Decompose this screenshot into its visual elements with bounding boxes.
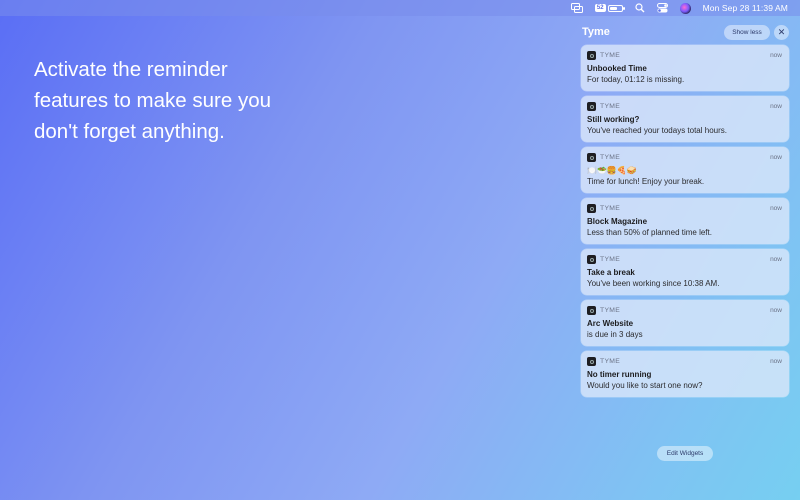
tyme-app-icon	[587, 102, 596, 111]
notification-time: now	[770, 103, 782, 110]
tyme-app-icon	[587, 255, 596, 264]
notification-card[interactable]: TYME now 🍽️🥗🍔🍕🥪 Time for lunch! Enjoy yo…	[581, 147, 789, 193]
notification-list: TYME now Unbooked Time For today, 01:12 …	[581, 45, 789, 402]
notification-body: is due in 3 days	[587, 330, 643, 339]
tyme-app-icon	[587, 153, 596, 162]
notification-time: now	[770, 307, 782, 314]
notification-time: now	[770, 358, 782, 365]
notification-app-name: TYME	[600, 256, 621, 263]
control-center-icon[interactable]	[656, 2, 668, 14]
notification-body: Less than 50% of planned time left.	[587, 228, 712, 237]
notification-app-name: TYME	[600, 154, 621, 161]
notification-app-name: TYME	[600, 358, 621, 365]
notification-card[interactable]: TYME now No timer running Would you like…	[581, 351, 789, 397]
tyme-app-icon	[587, 204, 596, 213]
tyme-app-icon	[587, 306, 596, 315]
notification-card[interactable]: TYME now Take a break You've been workin…	[581, 249, 789, 295]
notification-card[interactable]: TYME now Still working? You've reached y…	[581, 96, 789, 142]
battery-icon[interactable]: 52	[594, 2, 625, 14]
notification-time: now	[770, 52, 782, 59]
notification-body: Would you like to start one now?	[587, 381, 703, 390]
show-less-button[interactable]: Show less	[724, 25, 770, 40]
notification-app-name: TYME	[600, 307, 621, 314]
promo-headline: Activate the reminder features to make s…	[34, 54, 354, 147]
notification-app-name: TYME	[600, 52, 621, 59]
notification-time: now	[770, 205, 782, 212]
notification-time: now	[770, 256, 782, 263]
notification-title: No timer running	[587, 370, 652, 379]
notification-card[interactable]: TYME now Block Magazine Less than 50% of…	[581, 198, 789, 244]
headline-line: features to make sure you	[34, 89, 272, 112]
notification-title: Arc Website	[587, 319, 634, 328]
tyme-app-icon	[587, 51, 596, 60]
notification-title: Block Magazine	[587, 217, 648, 226]
notification-card[interactable]: TYME now Unbooked Time For today, 01:12 …	[581, 45, 789, 91]
headline-line: don't forget anything.	[34, 120, 225, 143]
siri-icon[interactable]	[679, 2, 691, 14]
edit-widgets-button[interactable]: Edit Widgets	[657, 446, 713, 461]
close-icon[interactable]: ✕	[774, 25, 789, 40]
notification-app-name: TYME	[600, 103, 621, 110]
notification-body: Time for lunch! Enjoy your break.	[587, 177, 705, 186]
notification-body: For today, 01:12 is missing.	[587, 75, 685, 84]
notification-body: You've reached your todays total hours.	[587, 126, 727, 135]
tyme-app-icon	[587, 357, 596, 366]
notification-app-name: TYME	[600, 205, 621, 212]
notification-title: Take a break	[587, 268, 635, 277]
notification-title: Unbooked Time	[587, 64, 647, 73]
notification-title: Still working?	[587, 115, 640, 124]
headline-line: Activate the reminder	[34, 58, 228, 81]
battery-percent: 52	[594, 4, 606, 12]
notification-group-title: Tyme	[582, 26, 610, 38]
screen-mirroring-icon[interactable]	[570, 2, 583, 14]
menu-bar: 52 Mon Sep 28 11:39 AM	[0, 0, 800, 16]
notification-card[interactable]: TYME now Arc Website is due in 3 days	[581, 300, 789, 346]
notification-title: 🍽️🥗🍔🍕🥪	[587, 166, 637, 175]
notification-body: You've been working since 10:38 AM.	[587, 279, 720, 288]
notification-group-header: Tyme Show less ✕	[581, 25, 791, 41]
notification-time: now	[770, 154, 782, 161]
search-icon[interactable]	[635, 2, 645, 14]
menu-bar-clock[interactable]: Mon Sep 28 11:39 AM	[703, 3, 788, 13]
